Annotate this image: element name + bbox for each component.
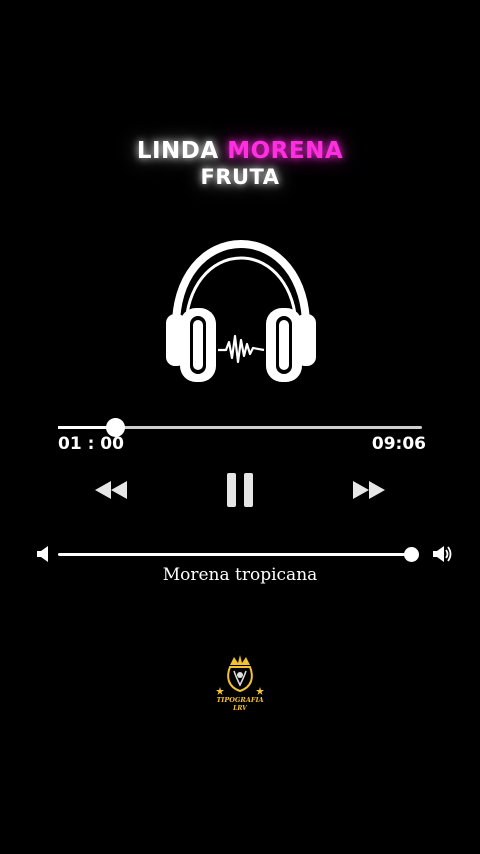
current-time: 01 : 00	[58, 434, 124, 454]
rewind-button[interactable]	[90, 470, 132, 510]
fast-forward-icon	[353, 481, 385, 499]
volume-high-icon[interactable]	[432, 543, 454, 565]
title-part-1: LINDA	[136, 138, 219, 164]
volume-slider[interactable]	[58, 547, 420, 562]
rewind-icon	[95, 481, 127, 499]
title-line-2: FRUTA	[200, 165, 280, 189]
headphones-icon	[166, 239, 316, 382]
fast-forward-button[interactable]	[348, 470, 390, 510]
typography-logo: TIPOGRAFIA LRV	[216, 655, 264, 712]
song-title-header: LINDA MORENA FRUTA	[0, 138, 480, 190]
title-accent: MORENA	[227, 138, 344, 164]
logo-text-line-1: TIPOGRAFIA	[216, 696, 263, 704]
volume-thumb[interactable]	[404, 547, 420, 562]
volume-low-icon[interactable]	[36, 544, 50, 564]
progress-bar[interactable]	[58, 418, 422, 437]
song-title: Morena tropicana	[162, 565, 318, 585]
logo-text-line-2: LRV	[232, 705, 248, 712]
title-line-1: LINDA MORENA	[0, 138, 480, 164]
pause-button[interactable]	[220, 470, 260, 510]
total-time: 09:06	[371, 434, 426, 454]
pause-icon	[227, 473, 253, 507]
